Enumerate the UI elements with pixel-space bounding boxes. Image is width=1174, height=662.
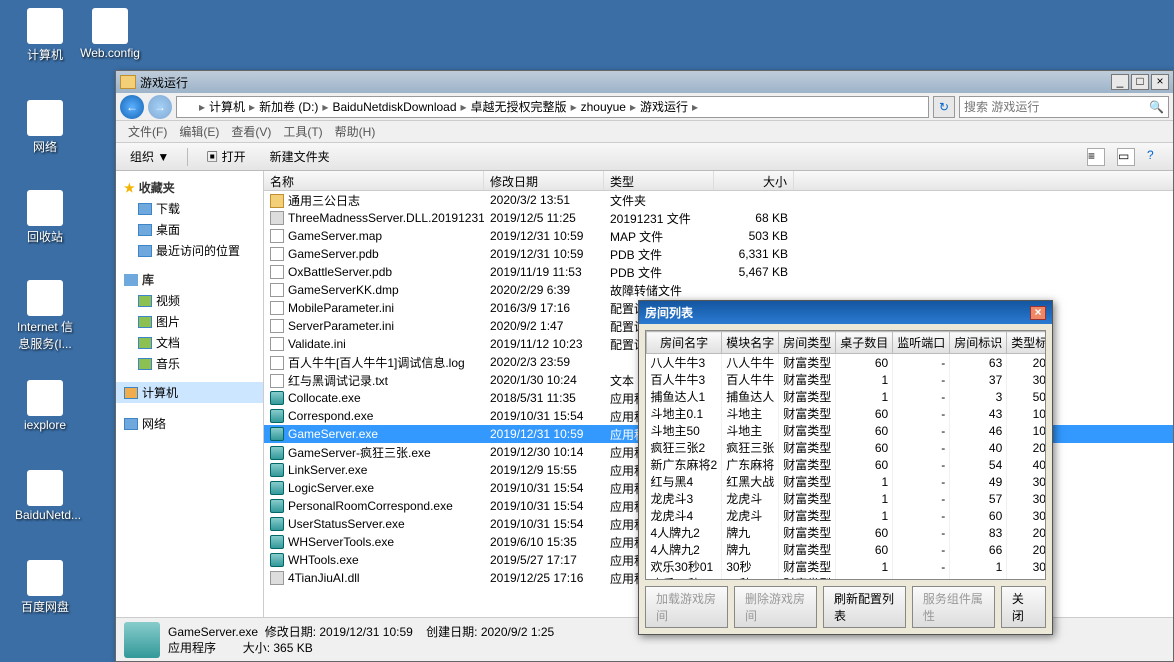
crumb-item[interactable]: zhouyue [581,100,626,114]
minimize-button[interactable]: _ [1111,74,1129,90]
column-header[interactable]: 修改日期 [484,171,604,190]
file-row[interactable]: GameServer.pdb2019/12/31 10:59PDB 文件6,33… [264,245,1173,263]
sidebar-network[interactable]: 网络 [116,413,263,434]
desktop-icon[interactable]: BaiduNetd... [15,470,75,522]
crumb-item[interactable]: 游戏运行 [640,98,688,115]
crumb-item[interactable]: BaiduNetdiskDownload [332,100,456,114]
search-input[interactable] [964,100,1145,114]
dialog-title: 房间列表 [645,304,1030,321]
search-box[interactable]: 🔍 [959,96,1169,118]
organize-button[interactable]: 组织 ▼ [124,146,175,167]
desktop-icon[interactable]: 网络 [15,100,75,155]
view-button[interactable]: ≡ [1087,148,1105,166]
room-list-dialog: 房间列表 × 房间名字模块名字房间类型桌子数目监听端口房间标识类型标识八人牛牛3… [638,300,1053,635]
titlebar[interactable]: 游戏运行 _ □ × [116,71,1173,93]
desktop-icon[interactable]: Web.config [80,8,140,60]
nav-row: ← → ▸计算机▸新加卷 (D:)▸BaiduNetdiskDownload▸卓… [116,93,1173,121]
grid-row[interactable]: 斗地主0.1斗地主财富类型60-431010 [647,405,1047,422]
column-header[interactable]: 类型 [604,171,714,190]
sidebar-computer[interactable]: 计算机 [116,382,263,403]
sidebar-item[interactable]: 视频 [116,290,263,311]
close-button[interactable]: × [1151,74,1169,90]
menu-item[interactable]: 工具(T) [279,123,326,140]
search-icon[interactable]: 🔍 [1149,100,1164,114]
open-button[interactable]: ▣ 打开 [200,146,251,167]
desktop-icon[interactable]: Internet 信息服务(I... [15,280,75,352]
column-header[interactable]: 大小 [714,171,794,190]
file-row[interactable]: GameServerKK.dmp2020/2/29 6:39故障转储文件 [264,281,1173,299]
sidebar-item[interactable]: 桌面 [116,219,263,240]
grid-col-header[interactable]: 模块名字 [722,332,779,354]
forward-button[interactable]: → [148,95,172,119]
desktop-icon[interactable]: 回收站 [15,190,75,245]
sidebar-item[interactable]: 文档 [116,332,263,353]
grid-row[interactable]: 斗地主50斗地主财富类型60-461010 [647,422,1047,439]
menu-item[interactable]: 文件(F) [124,123,171,140]
window-title: 游戏运行 [140,74,1107,91]
grid-row[interactable]: 捕鱼达人1捕鱼达人财富类型1-35020 [647,388,1047,405]
service-prop-button[interactable]: 服务组件属性 [912,586,995,628]
folder-icon [120,75,136,89]
file-row[interactable]: OxBattleServer.pdb2019/11/19 11:53PDB 文件… [264,263,1173,281]
room-grid[interactable]: 房间名字模块名字房间类型桌子数目监听端口房间标识类型标识八人牛牛3八人牛牛财富类… [645,330,1046,580]
grid-row[interactable]: 龙虎斗4龙虎斗财富类型1-603010 [647,507,1047,524]
crumb-item[interactable]: 卓越无授权完整版 [471,98,567,115]
file-header: 名称修改日期类型大小 [264,171,1173,191]
crumb-item[interactable]: 新加卷 (D:) [259,98,318,115]
newfolder-button[interactable]: 新建文件夹 [264,146,336,167]
sidebar: ★收藏夹下载桌面最近访问的位置库视频图片文档音乐计算机网络 [116,171,264,617]
sidebar-item[interactable]: 下载 [116,198,263,219]
sidebar-item[interactable]: 音乐 [116,353,263,374]
toolbar: 组织 ▼ ▣ 打开 新建文件夹 ≡ ▭ ? [116,143,1173,171]
breadcrumb[interactable]: ▸计算机▸新加卷 (D:)▸BaiduNetdiskDownload▸卓越无授权… [176,96,929,118]
grid-row[interactable]: 龙虎斗3龙虎斗财富类型1-573010 [647,490,1047,507]
load-room-button[interactable]: 加载游戏房间 [645,586,728,628]
desktop-icon[interactable]: 百度网盘 [15,560,75,615]
grid-row[interactable]: 新广东麻将2广东麻将财富类型60-544010 [647,456,1047,473]
grid-col-header[interactable]: 类型标识 [1007,332,1046,354]
grid-col-header[interactable]: 房间类型 [779,332,836,354]
grid-col-header[interactable]: 桌子数目 [836,332,893,354]
refresh-config-button[interactable]: 刷新配置列表 [823,586,906,628]
file-row[interactable]: ThreeMadnessServer.DLL.201912312019/12/5… [264,209,1173,227]
sidebar-item[interactable]: 图片 [116,311,263,332]
file-type-icon [124,622,160,658]
grid-header: 房间名字模块名字房间类型桌子数目监听端口房间标识类型标识 [647,332,1047,354]
grid-row[interactable]: 疯狂三张2疯狂三张财富类型60-402010 [647,439,1047,456]
grid-row[interactable]: 红与黑4红黑大战财富类型1-493010 [647,473,1047,490]
grid-col-header[interactable]: 房间名字 [647,332,722,354]
preview-button[interactable]: ▭ [1117,148,1135,166]
menu-item[interactable]: 编辑(E) [175,123,223,140]
file-row[interactable]: GameServer.map2019/12/31 10:59MAP 文件503 … [264,227,1173,245]
menu-item[interactable]: 查看(V) [227,123,275,140]
menubar: 文件(F)编辑(E)查看(V)工具(T) 帮助(H) [116,121,1173,143]
desktop-icon[interactable]: iexplore [15,380,75,432]
grid-body: 八人牛牛3八人牛牛财富类型60-632010百人牛牛3百人牛牛财富类型1-373… [647,354,1047,581]
grid-row[interactable]: 八人牛牛3八人牛牛财富类型60-632010 [647,354,1047,372]
grid-row[interactable]: 4人牌九2牌九财富类型60-662010 [647,541,1047,558]
desktop-icon[interactable]: 计算机 [15,8,75,63]
grid-row[interactable]: 4人牌九2牌九财富类型60-832010 [647,524,1047,541]
grid-row[interactable]: 百人牛牛3百人牛牛财富类型1-373010 [647,371,1047,388]
column-header[interactable]: 名称 [264,171,484,190]
refresh-button[interactable]: ↻ [933,96,955,118]
delete-room-button[interactable]: 删除游戏房间 [734,586,817,628]
dialog-close-button[interactable]: × [1030,306,1046,320]
sidebar-item[interactable]: 最近访问的位置 [116,240,263,261]
dialog-titlebar[interactable]: 房间列表 × [639,301,1052,324]
menu-item[interactable]: 帮助(H) [331,123,380,140]
grid-col-header[interactable]: 房间标识 [950,332,1007,354]
crumb-item[interactable]: 计算机 [209,98,245,115]
close-dialog-button[interactable]: 关 闭 [1001,586,1046,628]
maximize-button[interactable]: □ [1131,74,1149,90]
back-button[interactable]: ← [120,95,144,119]
file-row[interactable]: 通用三公日志2020/3/2 13:51文件夹 [264,191,1173,209]
grid-row[interactable]: 欢乐30秒0130秒财富类型1-13010 [647,558,1047,575]
help-icon[interactable]: ? [1147,148,1165,166]
grid-col-header[interactable]: 监听端口 [893,332,950,354]
